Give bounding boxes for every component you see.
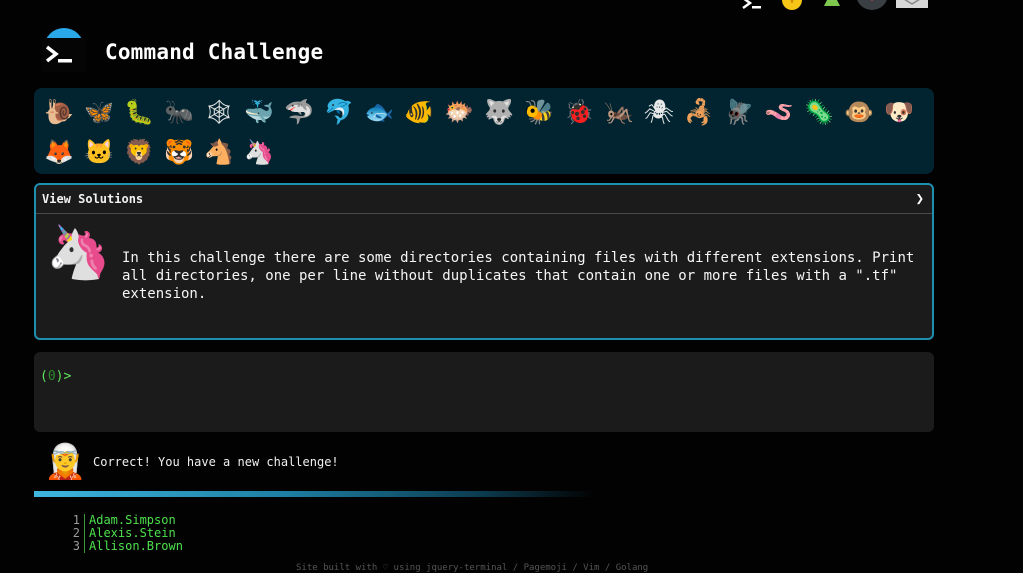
animal-challenge-icon[interactable]: 🐞 xyxy=(559,92,599,132)
animal-challenge-bar: 🐌 🦋 🐛 🐜 🕸 🐳 🦈 🐬 🐟 🐠 🐡 🐺 🐝 🐞 🦗 🕷 🦂 🪰 🪱 🦠 🐵 🐶 🦊 🐱 🦁 🐯 🐴 🦄 xyxy=(34,88,934,174)
animal-challenge-icon[interactable]: 🐶 xyxy=(879,92,919,132)
animal-challenge-icon[interactable]: 🦄 xyxy=(239,132,279,172)
animal-challenge-icon[interactable]: 🐵 xyxy=(839,92,879,132)
animal-challenge-icon[interactable]: 🐟 xyxy=(359,92,399,132)
animal-challenge-icon[interactable]: 🐝 xyxy=(519,92,559,132)
prompt-open: ( xyxy=(40,369,48,384)
feedback-row: 🧝 Correct! You have a new challenge! xyxy=(44,440,339,484)
animal-challenge-icon[interactable]: 🐠 xyxy=(399,92,439,132)
app-logo[interactable] xyxy=(40,28,88,76)
page-title: Command Challenge xyxy=(105,40,324,64)
feedback-message: Correct! You have a new challenge! xyxy=(93,455,339,469)
line-number: 3 xyxy=(64,540,85,553)
view-solutions-label: View Solutions xyxy=(42,192,144,206)
chevron-right-icon: ❯ xyxy=(915,191,924,207)
footer-credits: Site built with ♡ using jquery-terminal … xyxy=(296,563,649,573)
animal-challenge-icon[interactable]: 🦈 xyxy=(279,92,319,132)
animal-challenge-icon[interactable]: 🐺 xyxy=(479,92,519,132)
animal-challenge-icon[interactable]: 🐯 xyxy=(159,132,199,172)
elf-avatar-icon: 🧝 xyxy=(44,442,87,482)
unicorn-avatar-icon: 🦄 xyxy=(46,223,111,283)
animal-challenge-icon[interactable]: 🦁 xyxy=(119,132,159,172)
animal-row-1: 🐌 🦋 🐛 🐜 🕸 🐳 🦈 🐬 🐟 🐠 🐡 🐺 🐝 🐞 🦗 🕷 🦂 🪰 🪱 🦠 🐵 🐶 xyxy=(39,92,919,132)
prompt-logo-icon xyxy=(42,38,86,72)
mail-icon[interactable] xyxy=(896,0,928,10)
answer-output: 1 Adam.Simpson 2 Alexis.Stein 3 Allison.Brown xyxy=(64,514,183,553)
challenge-card: View Solutions ❯ 🦄 In this challenge the… xyxy=(34,183,934,340)
terminal-icon[interactable] xyxy=(736,0,768,10)
animal-challenge-icon[interactable]: 🦊 xyxy=(39,132,79,172)
answer-text: Allison.Brown xyxy=(89,539,183,553)
prompt-close: )> xyxy=(55,369,72,384)
progress-bar xyxy=(34,491,594,497)
animal-challenge-icon[interactable]: 🕸 xyxy=(199,92,239,132)
animal-challenge-icon[interactable]: 🦗 xyxy=(599,92,639,132)
animal-challenge-icon[interactable]: 🦂 xyxy=(679,92,719,132)
animal-challenge-icon[interactable]: 🐳 xyxy=(239,92,279,132)
terminal-prompt: (0)> xyxy=(40,369,71,384)
animal-challenge-icon[interactable]: 🐛 xyxy=(119,92,159,132)
animal-challenge-icon[interactable]: 🐬 xyxy=(319,92,359,132)
animal-challenge-icon[interactable]: 🪱 xyxy=(759,92,799,132)
terminal-input-area[interactable]: (0)> xyxy=(34,352,934,432)
animal-challenge-icon[interactable]: 🐱 xyxy=(79,132,119,172)
animal-challenge-icon[interactable]: 🦠 xyxy=(799,92,839,132)
animal-challenge-icon[interactable]: 🕷 xyxy=(639,92,679,132)
animal-challenge-icon[interactable]: 🦋 xyxy=(79,92,119,132)
animal-challenge-icon[interactable]: 🐴 xyxy=(199,132,239,172)
badge-icon[interactable] xyxy=(856,0,888,10)
fire-icon[interactable] xyxy=(776,0,808,10)
progress-fill xyxy=(34,491,594,497)
view-solutions-toggle[interactable]: View Solutions ❯ xyxy=(36,185,932,214)
answer-line: 3 Allison.Brown xyxy=(64,540,183,553)
animal-row-2: 🦊 🐱 🦁 🐯 🐴 🦄 xyxy=(39,132,279,172)
animal-challenge-icon[interactable]: 🐌 xyxy=(39,92,79,132)
animal-challenge-icon[interactable]: 🐜 xyxy=(159,92,199,132)
prompt-exit-code: 0 xyxy=(47,369,56,384)
animal-challenge-icon[interactable]: 🐡 xyxy=(439,92,479,132)
tree-icon[interactable] xyxy=(816,0,848,10)
animal-challenge-icon[interactable]: 🪰 xyxy=(719,92,759,132)
top-icon-strip xyxy=(736,0,928,10)
challenge-description: In this challenge there are some directo… xyxy=(122,250,915,302)
